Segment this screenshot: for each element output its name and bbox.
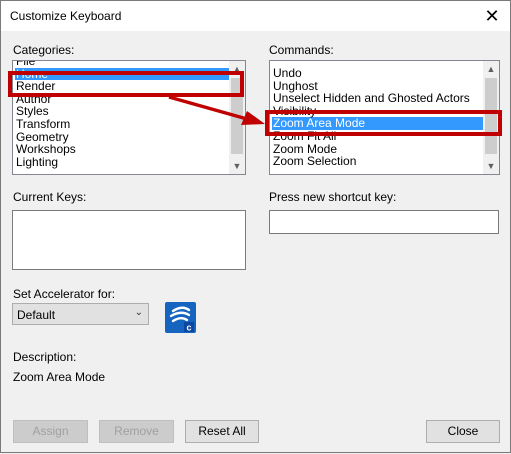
customize-keyboard-dialog: Customize Keyboard ✕ Categories: File Hom… bbox=[0, 0, 511, 453]
annotation-arrow bbox=[168, 95, 265, 125]
